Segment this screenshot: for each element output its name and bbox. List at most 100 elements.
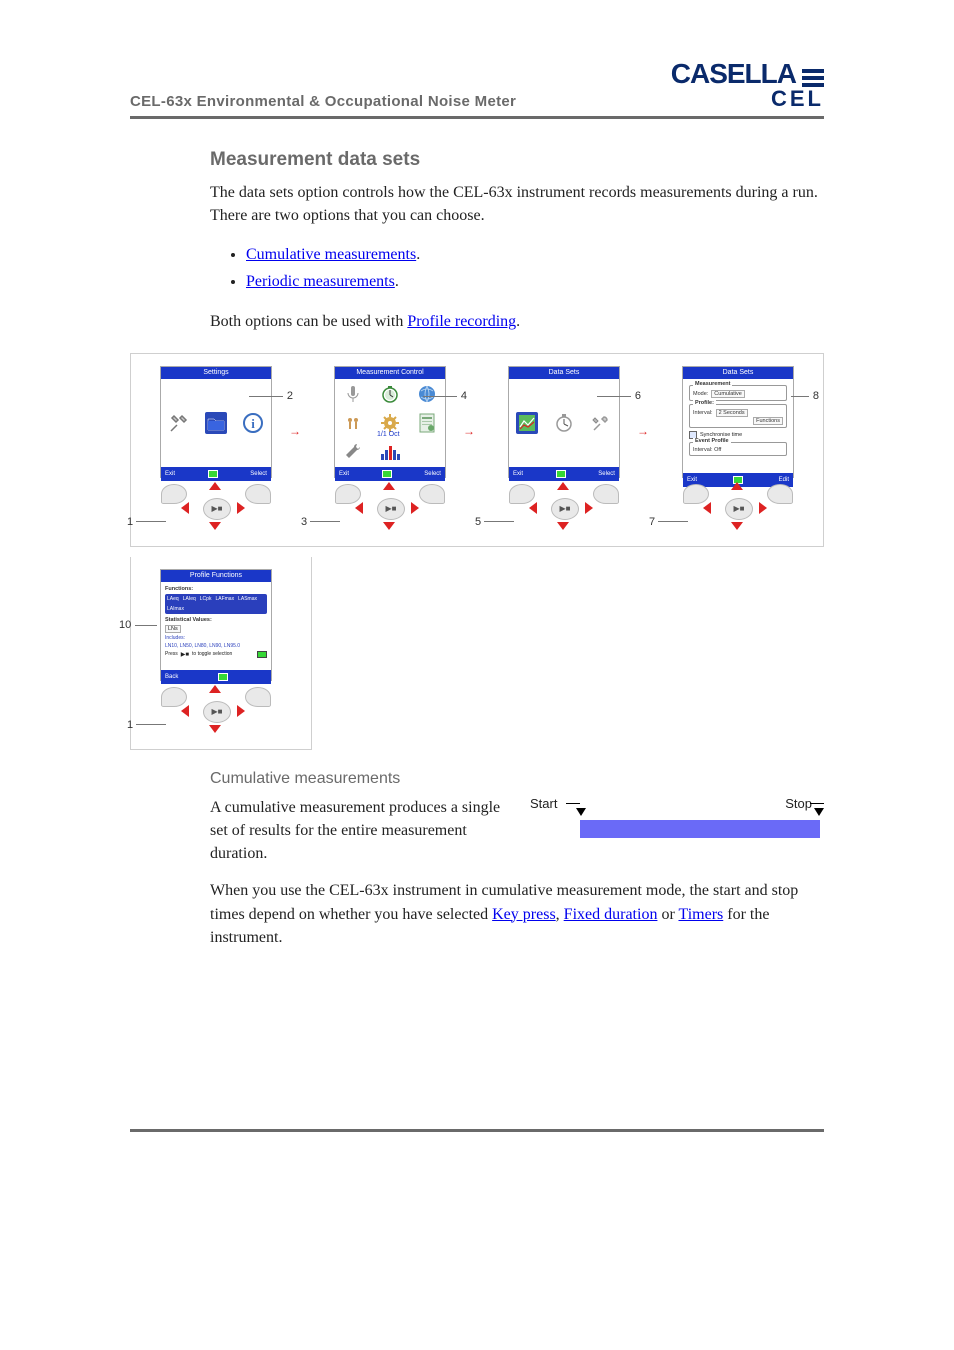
- group-measurement: Measurement: [693, 381, 732, 387]
- footer-select: Select: [424, 471, 441, 477]
- logo-subtext: CEL: [671, 88, 824, 110]
- cumulative-figure: Start Stop: [530, 796, 824, 840]
- screen-data-sets-icons: Data Sets Exit: [489, 366, 639, 534]
- tools-icon: [590, 412, 612, 434]
- battery-icon: [208, 470, 218, 478]
- screen-measurement-control: Measurement Control: [315, 366, 465, 534]
- callout-4: 4: [461, 390, 467, 402]
- link-cumulative[interactable]: Cumulative measurements: [246, 246, 416, 263]
- cumulative-heading: Cumulative measurements: [210, 770, 824, 788]
- callout-10: 10: [119, 619, 131, 631]
- list-item: Periodic measurements.: [246, 268, 824, 295]
- callout-3: 3: [301, 516, 307, 528]
- screen-title: Settings: [161, 367, 271, 379]
- func-tag: LAeq: [167, 596, 179, 602]
- battery-icon: [382, 470, 392, 478]
- footer-select: Select: [250, 471, 267, 477]
- callout-1: 1: [127, 516, 133, 528]
- figure-profile-functions: Profile Functions Functions: LAeq LAIeq …: [130, 557, 312, 750]
- mic-icon: [342, 383, 364, 405]
- footer-exit: Exit: [165, 471, 175, 477]
- tuning-icon: [342, 412, 364, 434]
- wrench-icon: [342, 440, 364, 462]
- mode-value: Cumulative: [711, 390, 745, 398]
- link-key-press[interactable]: Key press: [492, 906, 556, 923]
- press-suffix: to toggle selection: [192, 651, 232, 657]
- stop-label: Stop: [785, 796, 812, 811]
- includes-label: Includes:: [165, 635, 185, 641]
- chart-icon: [516, 412, 538, 434]
- footer-exit: Exit: [513, 471, 523, 477]
- options-list: Cumulative measurements. Periodic measur…: [246, 241, 824, 295]
- start-label: Start: [530, 796, 557, 811]
- cumulative-body: A cumulative measurement produces a sing…: [210, 796, 510, 866]
- folder-icon: [205, 412, 227, 434]
- link-timers[interactable]: Timers: [678, 906, 723, 923]
- interval-label: Interval:: [693, 410, 713, 416]
- stopwatch-icon: [553, 412, 575, 434]
- interval-value: 2 Seconds: [716, 409, 748, 417]
- screen-title: Profile Functions: [161, 570, 271, 582]
- svg-text:i: i: [251, 416, 255, 431]
- screen-title: Data Sets: [683, 367, 793, 379]
- group-event-profile: Event Profile: [693, 438, 731, 444]
- link-profile-recording[interactable]: Profile recording: [407, 313, 516, 330]
- keypad: ▶■: [683, 484, 793, 534]
- func-tag: LAIeq: [183, 596, 196, 602]
- battery-icon: [257, 651, 267, 658]
- figure-screens-row: Settings i Exit: [130, 353, 824, 547]
- footer-back: Back: [165, 674, 178, 680]
- footer-edit: Edit: [779, 477, 789, 483]
- both-options-paragraph: Both options can be used with Profile re…: [210, 310, 824, 333]
- globe-icon: [416, 383, 438, 405]
- stat-values-label: Statistical Values:: [165, 617, 267, 623]
- list-item: Cumulative measurements.: [246, 241, 824, 268]
- keypad: ▶■: [161, 484, 271, 534]
- screen-title: Measurement Control: [335, 367, 445, 379]
- battery-icon: [556, 470, 566, 478]
- group-profile: Profile:: [693, 400, 716, 406]
- callout-7: 7: [649, 516, 655, 528]
- footer-select: Select: [598, 471, 615, 477]
- link-periodic[interactable]: Periodic measurements: [246, 273, 395, 290]
- callout-8: 8: [813, 390, 819, 402]
- functions-button: Functions: [753, 417, 783, 425]
- document-title: CEL-63x Environmental & Occupational Noi…: [130, 93, 516, 110]
- func-tag: LCpk: [200, 596, 212, 602]
- keypad: ▶■: [509, 484, 619, 534]
- func-tag: LAImax: [167, 606, 184, 612]
- mode-label: Mode:: [693, 391, 708, 397]
- battery-icon: [218, 673, 228, 681]
- includes-value: LN10, LN50, LN80, LN90, LN95.0: [165, 643, 267, 649]
- press-label: Press: [165, 651, 178, 657]
- callout-6: 6: [635, 390, 641, 402]
- header-rule: [130, 116, 824, 119]
- cumulative-mode-paragraph: When you use the CEL-63x instrument in c…: [210, 879, 824, 949]
- callout-1b: 1: [127, 719, 133, 731]
- callout-2: 2: [287, 390, 293, 402]
- functions-label: Functions:: [165, 586, 267, 592]
- screen-settings: Settings i Exit: [141, 366, 291, 534]
- logo-text: CASELLA: [671, 60, 796, 88]
- tools-icon: [168, 412, 190, 434]
- intro-paragraph: The data sets option controls how the CE…: [210, 181, 824, 227]
- octave-icon: [379, 440, 401, 462]
- info-icon: i: [242, 412, 264, 434]
- clock-icon: [379, 383, 401, 405]
- sheet-icon: [416, 412, 438, 434]
- func-tag: LAFmax: [215, 596, 234, 602]
- func-tag: LASmax: [238, 596, 257, 602]
- footer-exit: Exit: [339, 471, 349, 477]
- screen-data-sets-form: Data Sets Measurement Mode: Cumulative P: [663, 366, 813, 534]
- callout-5: 5: [475, 516, 481, 528]
- brand-logo: CASELLA CEL: [671, 60, 824, 110]
- screen-title: Data Sets: [509, 367, 619, 379]
- section-heading: Measurement data sets: [210, 149, 824, 171]
- keypad: ▶■: [161, 687, 271, 737]
- footer-exit: Exit: [687, 477, 697, 483]
- event-interval: Interval: Off: [693, 447, 721, 453]
- stat-value: LNs: [165, 625, 181, 633]
- octave-label: 1/1 Oct: [377, 431, 400, 438]
- link-fixed-duration[interactable]: Fixed duration: [564, 906, 658, 923]
- footer-rule: [130, 1129, 824, 1132]
